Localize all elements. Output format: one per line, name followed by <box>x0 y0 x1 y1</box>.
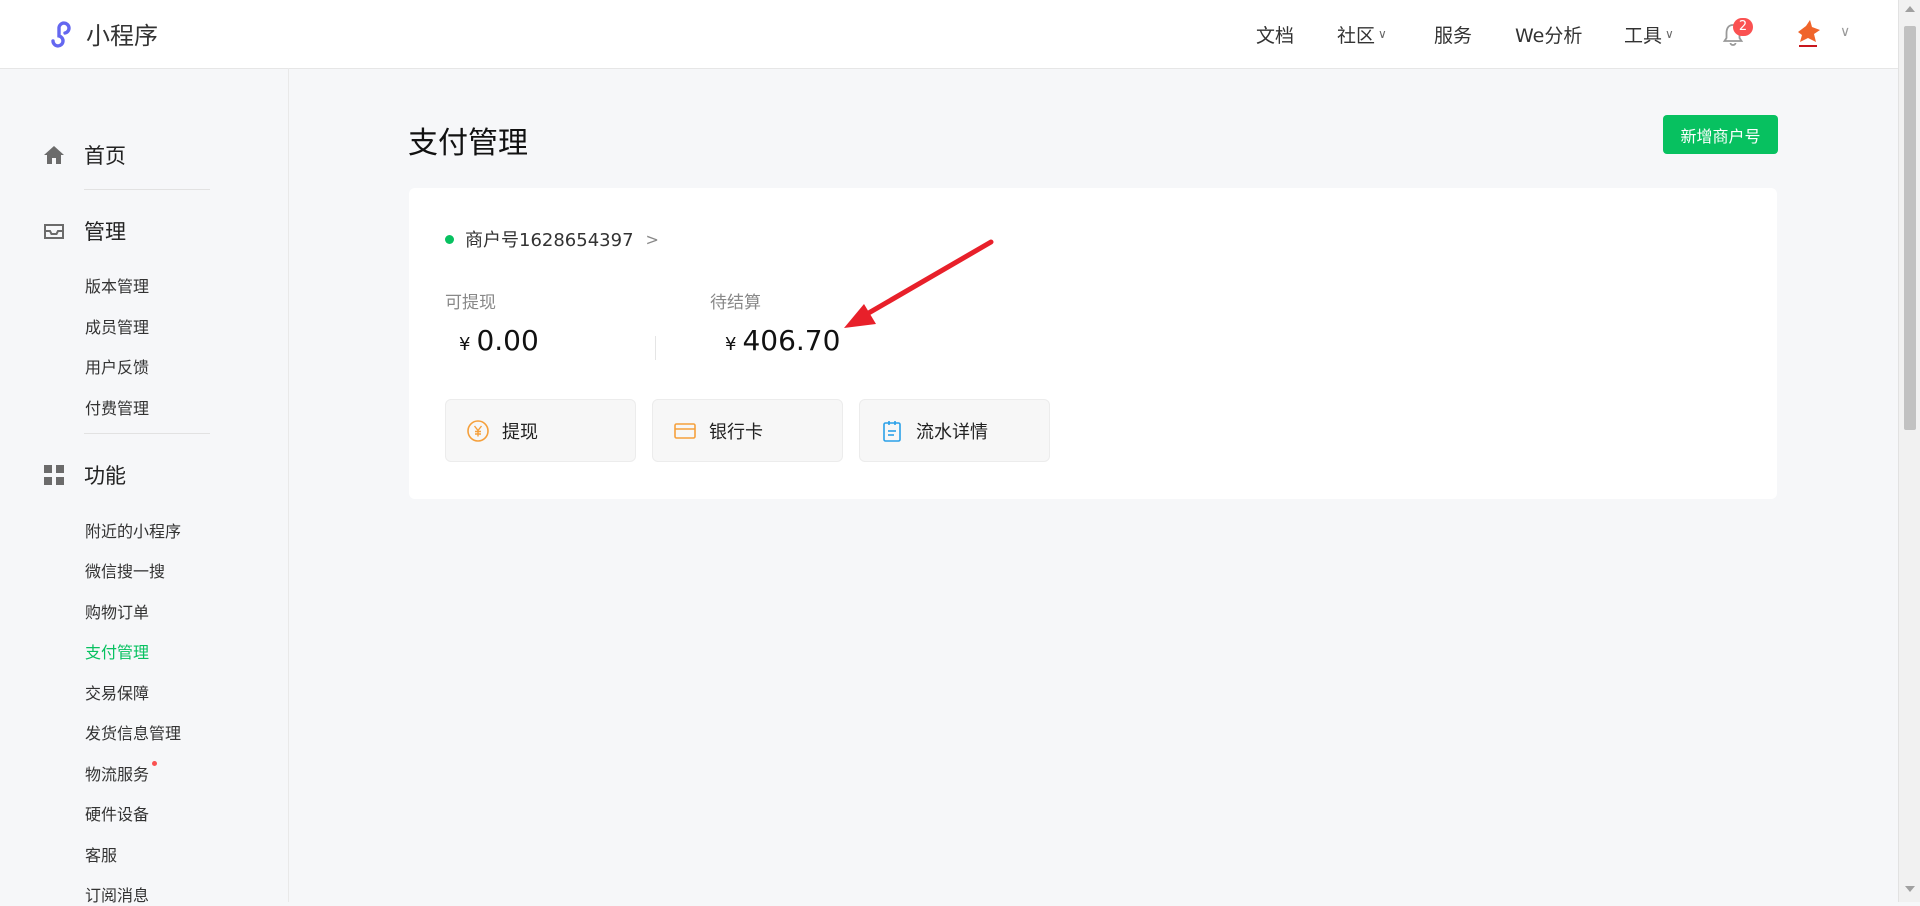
bank-card-button[interactable]: 银行卡 <box>652 399 843 462</box>
currency-symbol: ¥ <box>459 334 471 355</box>
yuan-icon <box>467 419 489 442</box>
withdrawable-label: 可提现 <box>445 293 496 313</box>
nav-tools-label: 工具 <box>1624 24 1663 47</box>
status-dot <box>445 234 454 244</box>
currency-symbol: ¥ <box>725 334 737 355</box>
sidebar-item-nearby[interactable]: 附近的小程序 <box>85 518 181 542</box>
sidebar-section-label: 首页 <box>84 144 126 168</box>
merchant-label: 商户号1628654397 <box>465 230 634 251</box>
sidebar-section-home[interactable]: 首页 <box>42 140 126 170</box>
sidebar-item-version[interactable]: 版本管理 <box>85 273 149 297</box>
avatar[interactable] <box>1790 16 1826 52</box>
home-icon <box>44 146 64 164</box>
transaction-details-button[interactable]: 流水详情 <box>859 399 1050 462</box>
sidebar-item-guarantee[interactable]: 交易保障 <box>85 680 149 704</box>
sidebar: 首页 管理 版本管理 成员管理 用户反馈 付费管理 功能 附近的小程序 微信搜一… <box>0 68 289 905</box>
sidebar-item-members[interactable]: 成员管理 <box>85 314 149 338</box>
nav-docs[interactable]: 文档 <box>1256 0 1294 68</box>
bank-card-icon <box>674 422 696 439</box>
withdrawable-amount: ¥ 0.00 <box>459 324 539 357</box>
nav-we-analytics[interactable]: We分析 <box>1515 0 1582 68</box>
sidebar-item-search[interactable]: 微信搜一搜 <box>85 558 165 582</box>
nav-services[interactable]: 服务 <box>1434 0 1472 68</box>
amount-value: 406.70 <box>742 324 841 357</box>
sidebar-item-shipping-info[interactable]: 发货信息管理 <box>85 720 181 744</box>
sidebar-item-hardware[interactable]: 硬件设备 <box>85 801 149 825</box>
notification-badge: 2 <box>1733 18 1753 36</box>
chevron-down-icon: ∨ <box>1378 27 1387 41</box>
sidebar-divider <box>84 189 210 190</box>
sidebar-item-orders[interactable]: 购物订单 <box>85 599 149 623</box>
annotation-arrow-icon <box>844 239 994 328</box>
amount-value: 0.00 <box>476 324 539 357</box>
sidebar-divider <box>84 433 210 434</box>
pending-label: 待结算 <box>710 293 761 313</box>
sidebar-item-subscription[interactable]: 订阅消息 <box>85 882 149 906</box>
merchant-link[interactable]: 商户号1628654397 > <box>445 226 659 252</box>
clipboard-icon <box>883 420 901 442</box>
nav-community[interactable]: 社区 ∨ <box>1337 0 1387 68</box>
nav-community-label: 社区 <box>1337 24 1376 47</box>
logo-text: 小程序 <box>86 22 158 50</box>
sidebar-item-paid[interactable]: 付费管理 <box>85 395 149 419</box>
mini-program-logo-icon <box>51 20 71 48</box>
sidebar-item-label: 物流服务 <box>85 765 150 784</box>
nav-docs-label: 文档 <box>1256 24 1295 47</box>
nav-tools[interactable]: 工具 ∨ <box>1624 0 1674 68</box>
scroll-up-arrow-icon[interactable] <box>1905 6 1915 12</box>
payment-card: 商户号1628654397 > 可提现 ¥ 0.00 待结算 ¥ 406.70 … <box>409 188 1777 499</box>
sidebar-item-feedback[interactable]: 用户反馈 <box>85 354 149 378</box>
chevron-down-icon[interactable]: ∨ <box>1840 24 1850 40</box>
add-merchant-button[interactable]: 新增商户号 <box>1663 115 1778 154</box>
grid-icon <box>44 465 64 485</box>
sidebar-item-logistics[interactable]: 物流服务 <box>85 761 158 785</box>
withdraw-button[interactable]: 提现 <box>445 399 636 462</box>
inbox-icon <box>44 224 64 239</box>
balance-divider <box>655 336 656 360</box>
sidebar-item-payment[interactable]: 支付管理 <box>85 639 149 663</box>
top-bar: 小程序 文档 社区 ∨ 服务 We分析 工具 ∨ 2 ∨ <box>0 0 1898 69</box>
pending-amount: ¥ 406.70 <box>725 324 840 357</box>
action-label: 流水详情 <box>916 421 988 443</box>
scroll-down-arrow-icon[interactable] <box>1905 886 1915 892</box>
new-dot-badge <box>152 761 158 766</box>
nav-services-label: 服务 <box>1434 24 1473 47</box>
sidebar-section-features[interactable]: 功能 <box>42 460 126 490</box>
sidebar-section-manage[interactable]: 管理 <box>42 216 126 246</box>
chevron-down-icon: ∨ <box>1665 27 1674 41</box>
logo[interactable]: 小程序 <box>44 16 158 51</box>
scrollbar-thumb[interactable] <box>1904 26 1916 430</box>
sidebar-section-label: 管理 <box>84 220 126 244</box>
page-title: 支付管理 <box>408 126 528 161</box>
action-label: 银行卡 <box>709 421 763 443</box>
action-label: 提现 <box>502 421 538 443</box>
sidebar-item-customer-service[interactable]: 客服 <box>85 842 117 866</box>
sidebar-section-label: 功能 <box>84 464 126 488</box>
nav-we-analytics-label: We分析 <box>1515 24 1583 47</box>
scrollbar[interactable] <box>1898 0 1920 902</box>
chevron-right-icon: > <box>645 229 659 249</box>
